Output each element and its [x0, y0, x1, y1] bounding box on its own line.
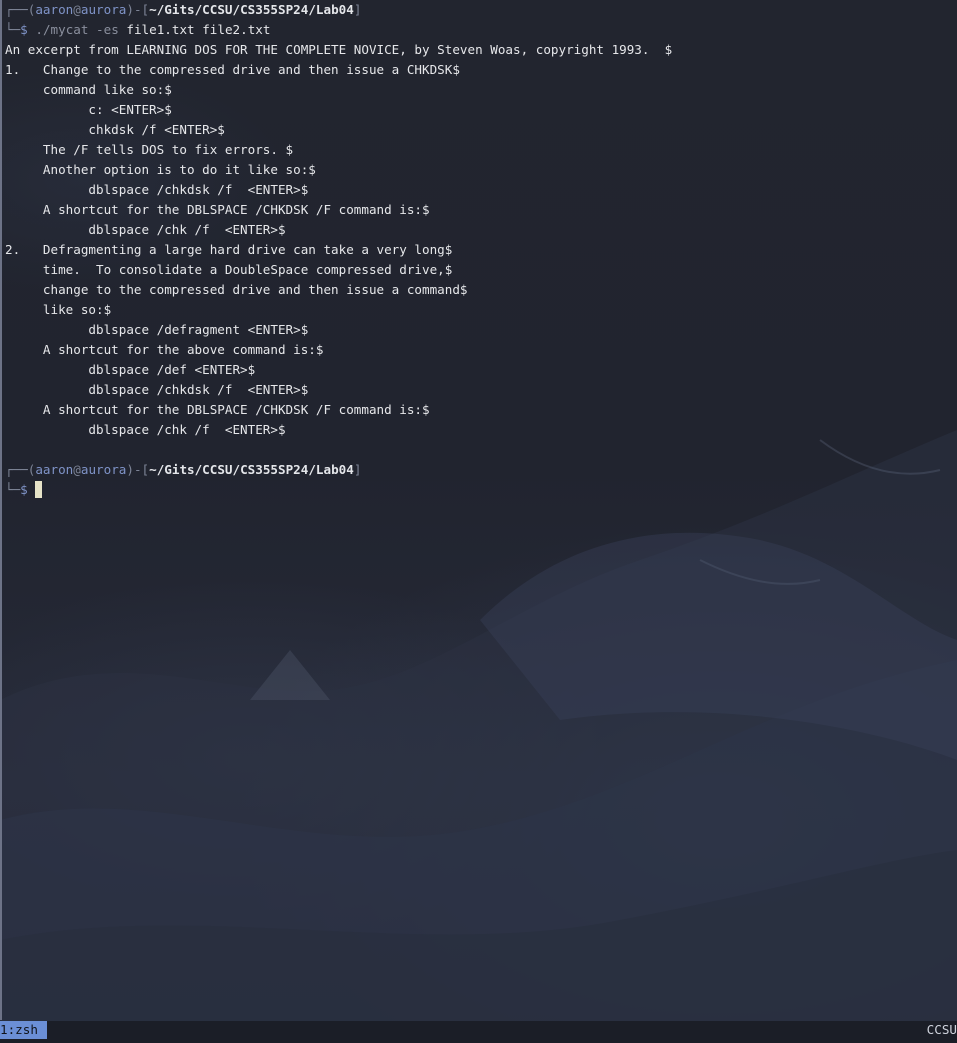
prompt-line-1: ┌──(aaron@aurora)-[~/Gits/CCSU/CS355SP24…	[5, 0, 953, 20]
output-line: like so:$	[5, 302, 112, 317]
terminal-window[interactable]: ┌──(aaron@aurora)-[~/Gits/CCSU/CS355SP24…	[0, 0, 957, 1043]
prompt-path: ~/Gits/CCSU/CS355SP24/Lab04	[149, 462, 354, 477]
output-line: A shortcut for the DBLSPACE /CHKDSK /F c…	[5, 402, 430, 417]
output-line: command like so:$	[5, 82, 172, 97]
output-line: dblspace /chk /f <ENTER>$	[5, 222, 286, 237]
prompt-bracket-open: )-[	[126, 462, 150, 477]
output-line: Another option is to do it like so:$	[5, 162, 316, 177]
prompt-host: aurora	[80, 2, 127, 17]
output-line: c: <ENTER>$	[5, 102, 172, 117]
output-line: dblspace /defragment <ENTER>$	[5, 322, 309, 337]
prompt-bracket-open: )-[	[126, 2, 150, 17]
output-line: dblspace /chk /f <ENTER>$	[5, 422, 286, 437]
prompt-at: @	[73, 462, 81, 477]
prompt-bracket-close: ]	[353, 2, 362, 17]
prompt-at: @	[73, 2, 81, 17]
command-flag: -es	[96, 22, 119, 37]
command-line-2[interactable]: └─$	[5, 480, 953, 500]
prompt-user: aaron	[35, 462, 74, 477]
output-line: change to the compressed drive and then …	[5, 282, 468, 297]
output-line: 1. Change to the compressed drive and th…	[5, 62, 460, 77]
prompt-path: ~/Gits/CCSU/CS355SP24/Lab04	[149, 2, 354, 17]
text-cursor[interactable]	[35, 481, 43, 498]
output-line: An excerpt from LEARNING DOS FOR THE COM…	[5, 42, 673, 57]
command-line-1: └─$ ./mycat -es file1.txt file2.txt	[5, 20, 953, 40]
session-name: CCSU	[926, 1022, 957, 1037]
output-line: dblspace /chkdsk /f <ENTER>$	[5, 382, 309, 397]
output-line: dblspace /def <ENTER>$	[5, 362, 256, 377]
prompt-dollar: $	[20, 22, 28, 37]
window-tab-zsh[interactable]: 1:zsh	[0, 1021, 47, 1039]
tmux-status-bar: 1:zsh CCSU	[0, 1021, 957, 1043]
output-line: dblspace /chkdsk /f <ENTER>$	[5, 182, 309, 197]
prompt-dollar: $	[20, 482, 28, 497]
prompt-frame-top: ┌──(	[5, 462, 36, 477]
output-line: chkdsk /f <ENTER>$	[5, 122, 225, 137]
prompt-user: aaron	[35, 2, 74, 17]
prompt-host: aurora	[80, 462, 127, 477]
prompt-frame-bottom: └─	[5, 482, 21, 497]
prompt-line-2: ┌──(aaron@aurora)-[~/Gits/CCSU/CS355SP24…	[5, 460, 953, 480]
prompt-bracket-close: ]	[353, 462, 362, 477]
command-args: file1.txt file2.txt	[126, 22, 271, 37]
prompt-frame-top: ┌──(	[5, 2, 36, 17]
output-line: A shortcut for the DBLSPACE /CHKDSK /F c…	[5, 202, 430, 217]
output-line: 2. Defragmenting a large hard drive can …	[5, 242, 453, 257]
prompt-frame-bottom: └─	[5, 22, 21, 37]
terminal-buffer: ┌──(aaron@aurora)-[~/Gits/CCSU/CS355SP24…	[5, 0, 953, 500]
command-name: ./mycat	[35, 22, 89, 37]
output-line: time. To consolidate a DoubleSpace compr…	[5, 262, 453, 277]
pane-left-border	[0, 0, 2, 1020]
output-line: The /F tells DOS to fix errors. $	[5, 142, 294, 157]
output-line: A shortcut for the above command is:$	[5, 342, 324, 357]
